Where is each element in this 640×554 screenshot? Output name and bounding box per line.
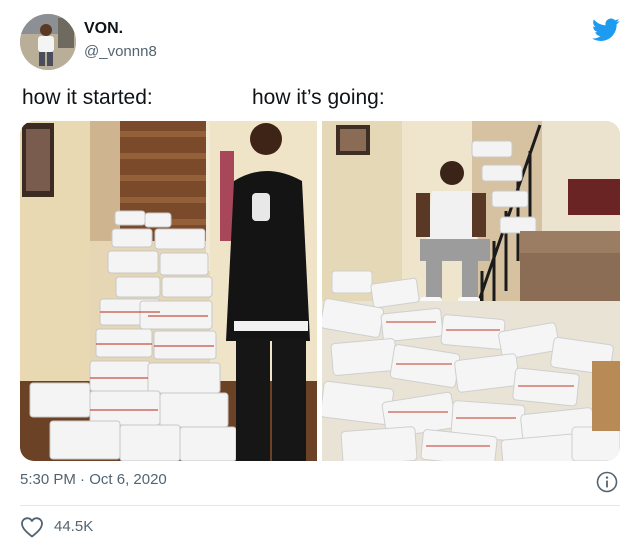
twitter-bird-icon[interactable] — [592, 18, 620, 42]
timestamp-separator: · — [80, 471, 86, 488]
tweet-time: 5:30 PM — [20, 471, 76, 488]
tweet-date: Oct 6, 2020 — [89, 471, 167, 488]
info-icon[interactable] — [596, 471, 618, 493]
caption-how-it-started: how it started: — [22, 86, 153, 109]
avatar-photo — [20, 14, 76, 70]
footer-divider — [20, 505, 620, 506]
photo-how-its-going[interactable] — [322, 121, 620, 461]
avatar[interactable] — [20, 14, 76, 70]
packages-stack-photo — [20, 121, 317, 461]
tweet-timestamp[interactable]: 5:30 PM · Oct 6, 2020 — [20, 471, 167, 488]
photo-how-it-started[interactable] — [20, 121, 317, 461]
tweet-card: VON. @_vonnn8 how it started: how it’s g… — [0, 0, 640, 554]
packages-pile-photo — [322, 121, 620, 461]
user-handle[interactable]: @_vonnn8 — [84, 43, 157, 60]
caption-how-its-going: how it’s going: — [252, 86, 385, 109]
heart-icon[interactable] — [20, 516, 44, 538]
display-name[interactable]: VON. — [84, 20, 123, 38]
like-count[interactable]: 44.5K — [54, 518, 93, 535]
